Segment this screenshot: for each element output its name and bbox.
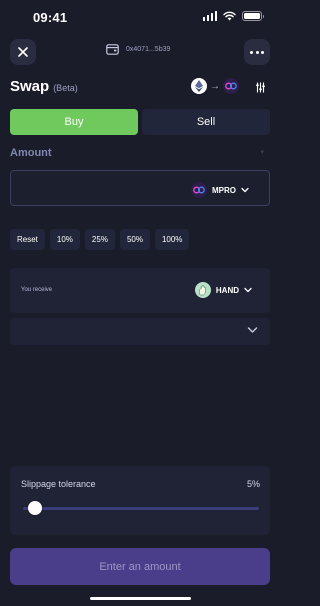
mpro-icon: [223, 78, 239, 94]
receive-label: You receive: [21, 287, 53, 293]
status-bar: 09:41: [0, 0, 280, 34]
receive-card: You receive HAND: [10, 268, 270, 313]
percent-buttons: Reset 10% 25% 50% 100%: [10, 229, 190, 250]
wallet-icon: [106, 44, 119, 55]
percent-25-button[interactable]: 25%: [84, 229, 115, 250]
buy-tab[interactable]: Buy: [10, 109, 138, 135]
battery-icon: [242, 11, 264, 21]
chevron-down-icon: [244, 287, 252, 293]
status-icons: [202, 11, 264, 21]
more-button[interactable]: [244, 39, 270, 65]
chevron-down-icon: [247, 327, 258, 333]
slippage-slider-track[interactable]: [23, 507, 259, 510]
slippage-slider-thumb[interactable]: [27, 501, 42, 515]
reset-button[interactable]: Reset: [10, 229, 45, 250]
title-row: Swap (Beta): [10, 78, 78, 95]
chain-pair-selector[interactable]: →: [191, 78, 239, 94]
buy-sell-toggle: Buy Sell: [10, 109, 270, 135]
status-time: 09:41: [33, 10, 68, 25]
eth-icon: [191, 78, 207, 94]
sell-tab[interactable]: Sell: [142, 109, 270, 135]
beta-badge: (Beta): [53, 83, 78, 93]
arrow-right-icon: →: [210, 80, 220, 92]
caret-down-icon: ▾: [260, 149, 264, 156]
home-indicator: [90, 597, 191, 600]
settings-icon: [256, 82, 265, 93]
chevron-down-icon: [241, 187, 249, 193]
wallet-address: 0x4071...5b39: [126, 46, 171, 53]
percent-100-button[interactable]: 100%: [154, 229, 190, 250]
receive-token-selector[interactable]: HAND: [194, 282, 252, 298]
close-icon: [18, 47, 28, 57]
mpro-icon: [191, 182, 207, 198]
cellular-signal-icon: [202, 11, 217, 21]
percent-10-button[interactable]: 10%: [49, 229, 80, 250]
settings-button[interactable]: [255, 80, 266, 98]
slippage-card: Slippage tolerance 5%: [10, 466, 270, 535]
percent-50-button[interactable]: 50%: [119, 229, 150, 250]
receive-token-symbol: HAND: [215, 285, 239, 295]
amount-label: Amount: [10, 147, 52, 159]
amount-input[interactable]: MPRO: [10, 170, 270, 206]
hand-icon: [194, 282, 211, 298]
slippage-label: Slippage tolerance: [21, 479, 96, 489]
enter-amount-button[interactable]: Enter an amount: [10, 548, 270, 585]
wallet-address-button[interactable]: 0x4071...5b39: [106, 44, 170, 55]
route-details-expander[interactable]: [10, 318, 270, 345]
more-icon: [250, 50, 264, 54]
close-button[interactable]: [10, 39, 36, 65]
pay-token-selector[interactable]: MPRO: [191, 182, 249, 198]
slippage-value: 5%: [246, 479, 260, 489]
page-title: Swap: [10, 78, 50, 95]
pay-token-symbol: MPRO: [212, 185, 236, 195]
wifi-icon: [223, 11, 236, 21]
